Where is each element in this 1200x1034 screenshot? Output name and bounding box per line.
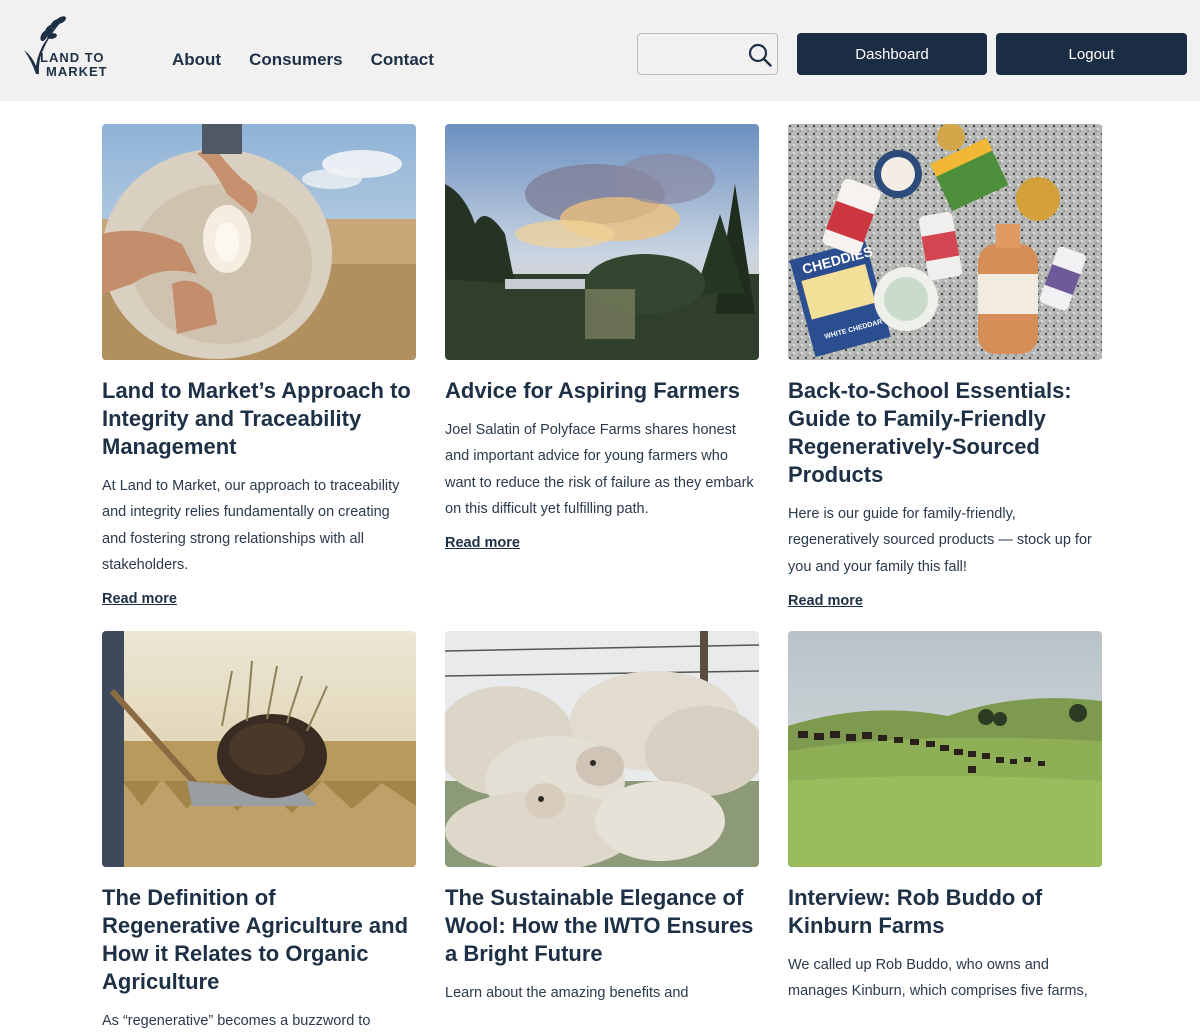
article-excerpt: As “regenerative” becomes a buzzword to: [102, 1013, 371, 1029]
article-image-products-flatlay[interactable]: CHEDDIES WHITE CHEDDAR: [788, 124, 1102, 360]
nav-consumers[interactable]: Consumers: [249, 50, 343, 70]
article-card: Advice for Aspiring Farmers Joel Salatin…: [445, 124, 759, 554]
site-header: LAND TO MARKET About Consumers Contact D…: [0, 0, 1200, 101]
article-image-cattle-pasture[interactable]: [788, 631, 1102, 867]
article-title[interactable]: The Definition of Regenerative Agricultu…: [102, 884, 416, 996]
article-card: CHEDDIES WHITE CHEDDAR Back-to-School Es…: [788, 124, 1102, 612]
article-card: Interview: Rob Buddo of Kinburn Farms We…: [788, 631, 1102, 1005]
search-box: [637, 33, 778, 75]
land-to-market-logo[interactable]: LAND TO MARKET: [16, 16, 116, 78]
read-more-link[interactable]: Read more: [788, 590, 863, 612]
article-excerpt: At Land to Market, our approach to trace…: [102, 478, 400, 573]
main-nav: About Consumers Contact: [172, 50, 434, 70]
article-excerpt: Joel Salatin of Polyface Farms shares ho…: [445, 422, 754, 517]
article-card: Land to Market’s Approach to Integrity a…: [102, 124, 416, 610]
read-more-link[interactable]: Read more: [102, 588, 177, 610]
article-image-sheep-flock[interactable]: [445, 631, 759, 867]
logout-button[interactable]: Logout: [996, 33, 1187, 75]
dashboard-button[interactable]: Dashboard: [797, 33, 987, 75]
article-card: The Sustainable Elegance of Wool: How th…: [445, 631, 759, 1006]
search-icon[interactable]: [747, 42, 773, 68]
article-excerpt: We called up Rob Buddo, who owns and man…: [788, 957, 1088, 1000]
article-card: The Definition of Regenerative Agricultu…: [102, 631, 416, 1034]
nav-contact[interactable]: Contact: [371, 50, 434, 70]
article-image-farm-sunset[interactable]: [445, 124, 759, 360]
article-title[interactable]: Land to Market’s Approach to Integrity a…: [102, 377, 416, 461]
article-title[interactable]: Back-to-School Essentials: Guide to Fami…: [788, 377, 1102, 489]
article-image-shovel-soil[interactable]: [102, 631, 416, 867]
article-title[interactable]: Interview: Rob Buddo of Kinburn Farms: [788, 884, 1102, 940]
logo-line-1: LAND TO: [40, 50, 105, 65]
article-title[interactable]: The Sustainable Elegance of Wool: How th…: [445, 884, 759, 968]
article-title[interactable]: Advice for Aspiring Farmers: [445, 377, 759, 405]
nav-about[interactable]: About: [172, 50, 221, 70]
article-excerpt: Here is our guide for family-friendly, r…: [788, 506, 1092, 575]
logo-line-2: MARKET: [46, 64, 108, 78]
read-more-link[interactable]: Read more: [445, 532, 520, 554]
article-image-sheep-fleece[interactable]: [102, 124, 416, 360]
article-excerpt: Learn about the amazing benefits and: [445, 985, 689, 1001]
